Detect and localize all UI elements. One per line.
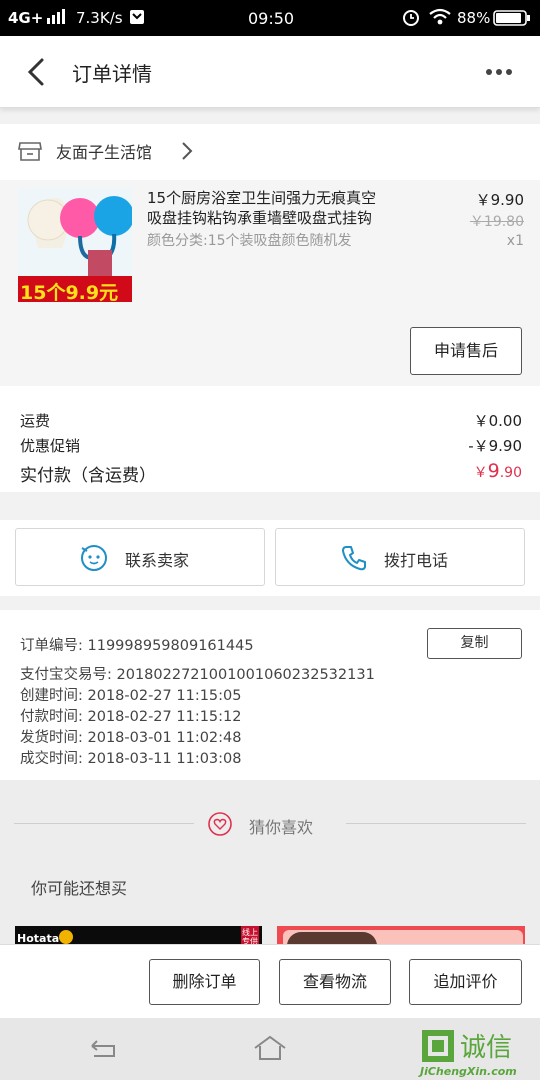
network-type: 4G+ — [8, 9, 44, 27]
battery-level: 88% — [457, 9, 491, 27]
bottom-action-bar: 删除订单 查看物流 追加评价 — [0, 944, 540, 1018]
product-title-line1: 15个厨房浴室卫生间强力无痕真空 — [147, 189, 377, 207]
call-phone-label: 拨打电话 — [384, 551, 449, 570]
divider-left — [14, 823, 194, 824]
shipping-label: 运费 — [20, 412, 51, 430]
product-spec: 颜色分类:15个装吸盘颜色随机发 — [147, 233, 352, 249]
alarm-icon — [402, 8, 420, 30]
paid-currency: ￥ — [473, 465, 488, 481]
shop-icon — [18, 140, 42, 162]
contact-seller-label: 联系卖家 — [125, 551, 190, 570]
shipping-value: ￥0.00 — [473, 412, 522, 430]
chevron-right-icon — [180, 139, 194, 163]
order-info: 订单编号: 119998959809161445 复制 支付宝交易号: 2018… — [0, 610, 540, 780]
card-badge-icon — [59, 930, 73, 944]
product-original-price: ￥19.80 — [469, 214, 524, 230]
svg-text:诚信: 诚信 — [460, 1033, 512, 1063]
home-nav-icon[interactable] — [252, 1034, 288, 1062]
product-title-line2: 吸盘挂钩粘钩承重墙壁吸盘式挂钩 — [147, 209, 373, 227]
back-icon[interactable] — [22, 56, 52, 88]
page-header: 订单详情 — [0, 36, 540, 108]
copy-button[interactable]: 复制 — [427, 628, 522, 659]
order-number: 订单编号: 119998959809161445 — [20, 638, 254, 654]
status-bar: 4G+ 7.3K/s 09:50 88% — [0, 0, 540, 36]
page-title: 订单详情 — [72, 62, 152, 86]
heart-icon — [208, 812, 232, 836]
system-nav-bar: 诚信 JiChengXin.com — [0, 1018, 540, 1080]
discount-value: -￥9.90 — [468, 437, 522, 455]
chat-bubble-icon — [80, 544, 108, 572]
network-speed: 7.3K/s — [76, 9, 123, 27]
back-nav-icon[interactable] — [88, 1036, 118, 1060]
alipay-trade-number: 支付宝交易号: 2018022721001001060232532131 — [20, 667, 375, 683]
phone-icon — [340, 544, 368, 572]
delete-order-button[interactable]: 删除订单 — [149, 959, 260, 1005]
call-phone-button[interactable]: 拨打电话 — [275, 528, 525, 586]
recommend-section: 猜你喜欢 你可能还想买 Hotata 线上专供 — [0, 780, 540, 956]
contact-seller-button[interactable]: 联系卖家 — [15, 528, 265, 586]
thumbnail-promo-text: 15个9.9元 — [20, 282, 119, 302]
product-thumbnail[interactable]: 15个9.9元 — [18, 188, 132, 302]
after-sale-button[interactable]: 申请售后 — [410, 327, 522, 375]
wifi-icon — [429, 8, 451, 30]
paid-int: 9 — [487, 460, 500, 482]
divider-right — [346, 823, 526, 824]
paid-label: 实付款（含运费） — [20, 466, 156, 486]
add-review-button[interactable]: 追加评价 — [409, 959, 522, 1005]
battery-icon — [493, 10, 531, 30]
shipped-time: 发货时间: 2018-03-01 11:02:48 — [20, 730, 242, 746]
product-quantity: x1 — [506, 233, 524, 249]
product-item[interactable]: 15个9.9元 15个厨房浴室卫生间强力无痕真空 吸盘挂钩粘钩承重墙壁吸盘式挂钩… — [0, 180, 540, 386]
product-title[interactable]: 15个厨房浴室卫生间强力无痕真空 吸盘挂钩粘钩承重墙壁吸盘式挂钩 — [147, 188, 376, 228]
completed-time: 成交时间: 2018-03-11 11:03:08 — [20, 751, 242, 767]
paid-time: 付款时间: 2018-02-27 11:15:12 — [20, 709, 242, 725]
guess-you-like-title: 猜你喜欢 — [249, 818, 314, 837]
discount-label: 优惠促销 — [20, 437, 81, 455]
maybe-want-title: 你可能还想买 — [31, 879, 128, 898]
signal-icon — [46, 8, 66, 28]
more-icon[interactable] — [484, 62, 516, 82]
created-time: 创建时间: 2018-02-27 11:15:05 — [20, 688, 242, 704]
paid-amount: ￥9.90 — [474, 460, 522, 482]
product-price: ￥9.90 — [475, 191, 524, 209]
shop-name[interactable]: 友面子生活馆 — [56, 139, 152, 163]
clock: 09:50 — [248, 9, 295, 28]
contact-section: 联系卖家 拨打电话 — [0, 520, 540, 596]
watermark-logo: 诚信 — [418, 1026, 534, 1064]
message-icon — [129, 9, 145, 29]
view-logistics-button[interactable]: 查看物流 — [279, 959, 391, 1005]
watermark-text: JiChengXin.com — [420, 1065, 517, 1078]
shop-row[interactable]: 友面子生活馆 — [0, 124, 540, 180]
fee-summary: 运费 ￥0.00 优惠促销 -￥9.90 实付款（含运费） ￥9.90 — [0, 386, 540, 492]
paid-decimal: .90 — [499, 465, 522, 481]
